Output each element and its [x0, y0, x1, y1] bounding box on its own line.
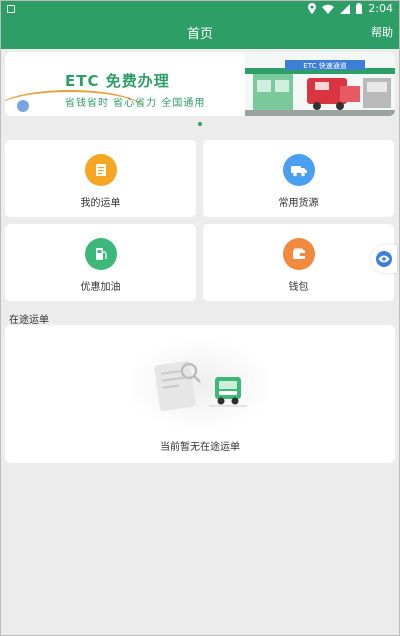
- wallet-card[interactable]: 钱包: [203, 224, 394, 301]
- waybill-icon: [84, 154, 117, 186]
- status-icons: 2:04: [308, 2, 393, 15]
- pagination-dot-active: [198, 122, 202, 126]
- eye-icon: [376, 251, 392, 267]
- location-icon: [308, 3, 317, 14]
- empty-state-text: 当前暂无在途运单: [160, 442, 240, 453]
- banner-title: ETC 免费办理: [65, 72, 170, 90]
- discount-fuel-card[interactable]: 优惠加油: [5, 224, 196, 301]
- etc-banner[interactable]: ETC 免费办理 省钱省时 省心省力 全国通用 ETC 快速通道: [5, 52, 395, 116]
- help-button[interactable]: 帮助: [371, 24, 393, 40]
- app-header: 首页 帮助: [1, 17, 399, 49]
- common-cargo-label: 常用货源: [278, 198, 319, 209]
- my-waybills-card[interactable]: 我的运单: [5, 140, 196, 217]
- floating-service-button[interactable]: [371, 245, 397, 273]
- page-title: 首页: [186, 27, 213, 42]
- truck-icon: [282, 154, 315, 186]
- wifi-icon: [322, 4, 335, 14]
- toll-station-illustration: ETC 快速通道: [245, 52, 395, 116]
- banner-pagination: [1, 122, 399, 126]
- toll-sign-text: ETC 快速通道: [303, 61, 346, 70]
- discount-fuel-label: 优惠加油: [80, 282, 121, 293]
- banner-subtitle: 省钱省时 省心省力 全国通用: [65, 98, 206, 109]
- wallet-label: 钱包: [288, 282, 309, 293]
- in-transit-empty-card: 当前暂无在途运单: [5, 325, 395, 463]
- wallet-icon: [282, 238, 315, 270]
- empty-waybill-illustration: [154, 361, 247, 411]
- fuel-pump-icon: [84, 238, 117, 270]
- in-transit-section-title: 在途运单: [9, 315, 49, 326]
- my-waybills-label: 我的运单: [80, 198, 121, 209]
- status-bar: 2:04: [1, 1, 399, 17]
- banner-decoration-dot: [17, 100, 29, 112]
- common-cargo-card[interactable]: 常用货源: [203, 140, 394, 217]
- notification-icon: [7, 5, 15, 13]
- status-time: 2:04: [368, 2, 393, 15]
- battery-icon: [356, 3, 363, 14]
- signal-icon: [340, 3, 351, 14]
